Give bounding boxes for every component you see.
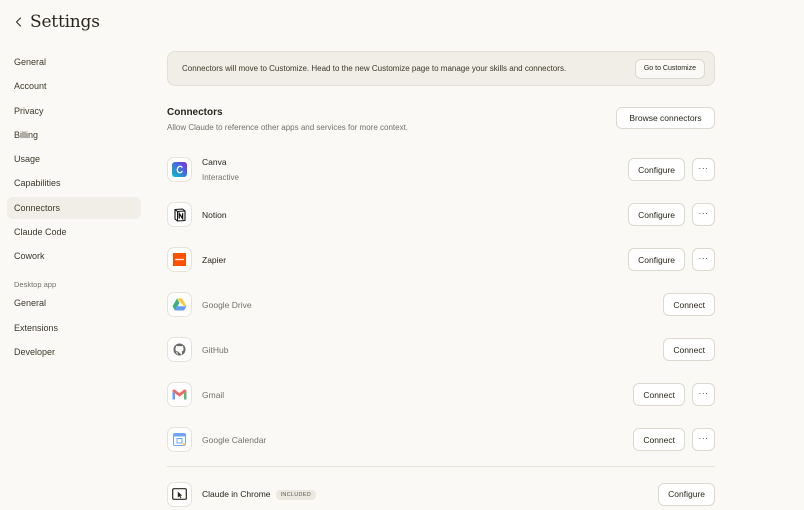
banner-text: Connectors will move to Customize. Head … xyxy=(182,64,566,73)
github-icon xyxy=(167,337,192,362)
more-options-button[interactable]: ··· xyxy=(692,203,715,226)
connector-name: Claude in Chrome xyxy=(202,489,271,499)
zapier-icon xyxy=(167,247,192,272)
gmail-icon xyxy=(167,382,192,407)
go-to-customize-button[interactable]: Go to Customize xyxy=(635,59,705,79)
configure-button[interactable]: Configure xyxy=(628,203,685,226)
sidebar-item-claude-code[interactable]: Claude Code xyxy=(7,221,141,243)
more-options-button[interactable]: ··· xyxy=(692,248,715,271)
connector-row-claude-in-chrome: Claude in Chrome INCLUDED Configure xyxy=(167,472,715,510)
connector-row-google-drive: Google Drive Connect xyxy=(167,282,715,327)
sidebar-item-usage[interactable]: Usage xyxy=(7,148,141,170)
connector-row-google-calendar: Google Calendar Connect ··· xyxy=(167,417,715,462)
more-options-button[interactable]: ··· xyxy=(692,158,715,181)
divider xyxy=(167,466,715,467)
connector-name: Zapier xyxy=(202,255,226,265)
connector-list: Canva Interactive Configure ··· Notion xyxy=(167,147,715,510)
sidebar: General Account Privacy Billing Usage Ca… xyxy=(7,51,141,365)
sidebar-item-desktop-general[interactable]: General xyxy=(7,292,141,314)
connector-row-canva: Canva Interactive Configure ··· xyxy=(167,147,715,192)
connectors-subtitle: Allow Claude to reference other apps and… xyxy=(167,123,408,132)
connector-row-gmail: Gmail Connect ··· xyxy=(167,372,715,417)
sidebar-item-billing[interactable]: Billing xyxy=(7,124,141,146)
configure-button[interactable]: Configure xyxy=(628,158,685,181)
sidebar-item-account[interactable]: Account xyxy=(7,75,141,97)
connect-button[interactable]: Connect xyxy=(663,338,715,361)
canva-icon xyxy=(167,157,192,182)
sidebar-item-privacy[interactable]: Privacy xyxy=(7,100,141,122)
configure-button[interactable]: Configure xyxy=(658,483,715,506)
connector-row-zapier: Zapier Configure ··· xyxy=(167,237,715,282)
customize-banner: Connectors will move to Customize. Head … xyxy=(167,51,715,86)
connector-name: Google Drive xyxy=(202,300,252,310)
google-drive-icon xyxy=(167,292,192,317)
connector-row-notion: Notion Configure ··· xyxy=(167,192,715,237)
connector-subtitle: Interactive xyxy=(202,173,239,182)
main-content: Connectors will move to Customize. Head … xyxy=(167,51,715,131)
connector-name: Canva xyxy=(202,157,239,167)
notion-icon xyxy=(167,202,192,227)
connect-button[interactable]: Connect xyxy=(633,383,685,406)
connect-button[interactable]: Connect xyxy=(633,428,685,451)
sidebar-item-extensions[interactable]: Extensions xyxy=(7,317,141,339)
sidebar-item-cowork[interactable]: Cowork xyxy=(7,245,141,267)
connector-name: Google Calendar xyxy=(202,435,266,445)
connector-name: GitHub xyxy=(202,345,228,355)
connector-name: Notion xyxy=(202,210,227,220)
sidebar-item-developer[interactable]: Developer xyxy=(7,341,141,363)
connect-button[interactable]: Connect xyxy=(663,293,715,316)
configure-button[interactable]: Configure xyxy=(628,248,685,271)
more-options-button[interactable]: ··· xyxy=(692,383,715,406)
chevron-left-icon[interactable] xyxy=(14,15,23,29)
connectors-section-header: Connectors Allow Claude to reference oth… xyxy=(167,107,715,131)
sidebar-section-desktop-app: Desktop app xyxy=(7,277,141,292)
sidebar-item-capabilities[interactable]: Capabilities xyxy=(7,172,141,194)
more-options-button[interactable]: ··· xyxy=(692,428,715,451)
connectors-title: Connectors xyxy=(167,107,408,118)
google-calendar-icon xyxy=(167,427,192,452)
connector-row-github: GitHub Connect xyxy=(167,327,715,372)
page-title: Settings xyxy=(30,12,100,32)
page-header: Settings xyxy=(14,12,100,32)
sidebar-item-connectors[interactable]: Connectors xyxy=(7,197,141,219)
connector-name: Gmail xyxy=(202,390,224,400)
included-badge: INCLUDED xyxy=(276,490,317,500)
browse-connectors-button[interactable]: Browse connectors xyxy=(616,107,715,129)
chrome-cursor-icon xyxy=(167,482,192,507)
sidebar-item-general[interactable]: General xyxy=(7,51,141,73)
